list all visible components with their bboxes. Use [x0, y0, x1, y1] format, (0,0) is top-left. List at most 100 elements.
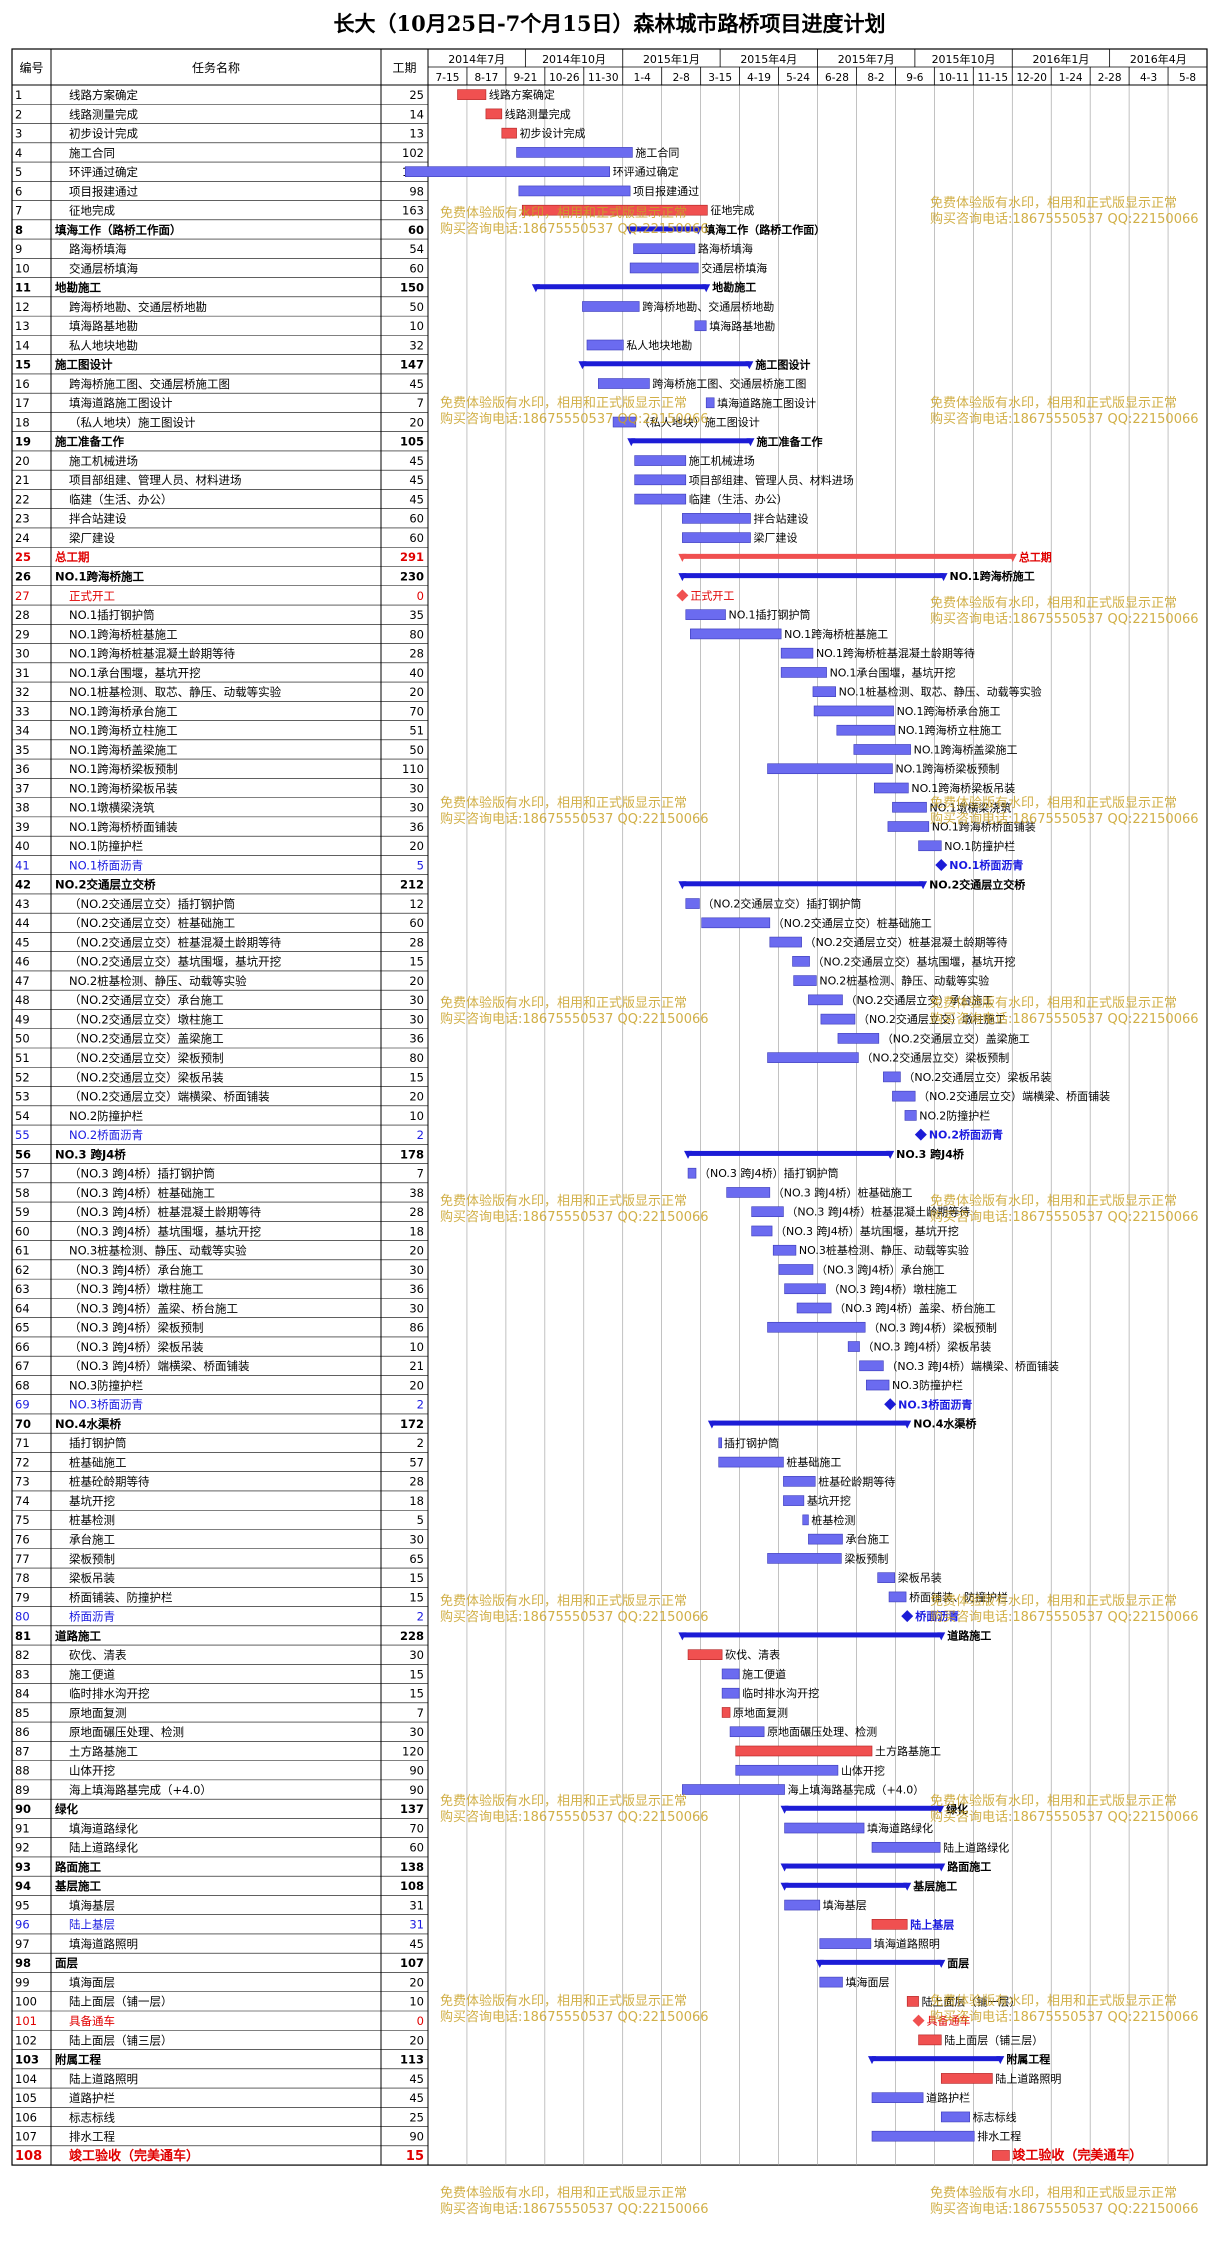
watermark-line: 免费体验版有水印，相用和正式版显示正常 [440, 796, 688, 811]
task-bar [871, 1841, 941, 1853]
task-duration: 30 [409, 1725, 424, 1739]
task-id: 87 [15, 1744, 30, 1758]
task-id: 1 [15, 88, 22, 102]
bar-label: （NO.3 跨J4桥）梁板吊装 [863, 1340, 992, 1354]
task-name: 填海面层 [69, 1975, 115, 1989]
bar-label: NO.2桥面沥青 [929, 1128, 1003, 1142]
task-name: 填海工作（路桥工作面） [55, 223, 182, 237]
watermark-line: 购买咨询电话:18675550537 QQ:22150066 [930, 812, 1199, 827]
watermark-line: 免费体验版有水印，相用和正式版显示正常 [440, 1594, 688, 1609]
task-name: 陆上道路照明 [69, 2072, 138, 2086]
task-name: （NO.2交通层立交）梁板预制 [69, 1051, 224, 1065]
task-name: NO.1跨海桥立柱施工 [69, 724, 178, 738]
task-name: 道路护栏 [69, 2091, 115, 2105]
bar-label: 初步设计完成 [520, 126, 586, 140]
task-bar [772, 1244, 797, 1256]
task-duration: 15 [409, 1590, 424, 1604]
bar-label: 填海道路施工图设计 [717, 396, 816, 410]
week-label: 2-8 [673, 72, 690, 84]
task-name: 附属工程 [55, 2053, 101, 2067]
summary-bar [582, 361, 750, 367]
header-id: 编号 [19, 60, 43, 75]
task-name: （NO.2交通层立交）桩基础施工 [69, 916, 235, 930]
task-duration: 45 [409, 454, 424, 468]
task-name: 山体开挖 [69, 1764, 115, 1778]
task-bar [682, 513, 751, 524]
task-bar [682, 1784, 785, 1795]
task-name: NO.3 跨J4桥 [55, 1147, 126, 1161]
watermark-line: 免费体验版有水印，相用和正式版显示正常 [440, 396, 688, 411]
task-id: 105 [15, 2091, 37, 2105]
task-id: 80 [15, 1610, 30, 1624]
task-bar [871, 2092, 924, 2103]
task-duration: 30 [409, 801, 424, 815]
task-id: 39 [15, 820, 30, 834]
week-label: 8-17 [475, 72, 499, 84]
task-name: （NO.3 跨J4桥）端横梁、桥面铺装 [69, 1359, 250, 1373]
task-duration: 2 [417, 1128, 424, 1142]
bar-label: 路海桥填海 [698, 242, 753, 256]
bar-label: 排水工程 [977, 2129, 1021, 2143]
task-id: 19 [15, 435, 31, 449]
bar-label: 交通层桥填海 [701, 261, 767, 275]
bar-label: NO.1桥面沥青 [949, 858, 1023, 872]
task-id: 13 [15, 319, 30, 333]
task-id: 85 [15, 1706, 30, 1720]
task-duration: 28 [409, 1475, 424, 1489]
bar-label: 梁厂建设 [754, 531, 798, 545]
bar-label: （NO.3 跨J4桥）端横梁、桥面铺装 [886, 1359, 1059, 1373]
watermark-line: 免费体验版有水印，相用和正式版显示正常 [930, 996, 1178, 1011]
bar-label: NO.3 跨J4桥 [896, 1147, 965, 1161]
bar-label: NO.2桩基检测、静压、动载等实验 [819, 974, 989, 988]
summary-bar [535, 284, 707, 290]
task-id: 59 [15, 1205, 30, 1219]
task-id: 92 [15, 1841, 30, 1855]
task-id: 96 [15, 1918, 30, 1932]
task-name: NO.1跨海桥桩基施工 [69, 627, 178, 641]
task-id: 83 [15, 1667, 30, 1681]
task-bar [940, 2111, 970, 2123]
bar-label: NO.3桥面沥青 [898, 1397, 972, 1411]
task-id: 25 [15, 550, 31, 564]
task-name: （NO.3 跨J4桥）梁板吊装 [69, 1340, 204, 1354]
task-name: 排水工程 [69, 2130, 115, 2144]
task-id: 9 [15, 242, 22, 256]
week-label: 5-24 [786, 72, 810, 84]
task-id: 101 [15, 2014, 37, 2028]
task-bar [780, 667, 827, 678]
watermark-line: 购买咨询电话:18675550537 QQ:22150066 [440, 222, 709, 237]
month-label: 2016年4月 [1130, 52, 1187, 66]
task-name: NO.1承台围堰，基坑开挖 [69, 666, 201, 680]
task-name: 线路测量完成 [69, 107, 138, 121]
task-bar [819, 1938, 872, 1949]
week-label: 2-28 [1098, 72, 1122, 84]
watermark-line: 购买咨询电话:18675550537 QQ:22150066 [440, 812, 709, 827]
task-id: 56 [15, 1147, 31, 1161]
watermark: 免费体验版有水印，相用和正式版显示正常 购买咨询电话:18675550537 QQ… [930, 996, 1199, 1028]
watermark: 免费体验版有水印，相用和正式版显示正常 购买咨询电话:18675550537 QQ… [440, 1594, 709, 1626]
task-duration: 90 [409, 1783, 424, 1797]
bar-label: 线路方案确定 [489, 88, 555, 102]
bar-label: 正式开工 [690, 589, 734, 602]
task-name: 填海基层 [69, 1898, 115, 1912]
task-bar [767, 1052, 859, 1063]
milestone-diamond [912, 2014, 925, 2027]
task-duration: 18 [409, 1494, 424, 1508]
watermark: 免费体验版有水印，相用和正式版显示正常 购买咨询电话:18675550537 QQ… [930, 596, 1199, 628]
task-duration: 10 [409, 1995, 424, 2009]
month-label: 2016年1月 [1032, 52, 1089, 66]
task-bar [812, 686, 836, 697]
task-duration: 54 [409, 242, 424, 256]
milestone-diamond [901, 1610, 914, 1623]
task-name: 施工准备工作 [55, 435, 124, 449]
bar-label: NO.1跨海桥梁板吊装 [911, 781, 1015, 795]
watermark-line: 免费体验版有水印，相用和正式版显示正常 [930, 196, 1178, 211]
task-duration: 138 [400, 1860, 424, 1874]
watermark-line: 免费体验版有水印，相用和正式版显示正常 [930, 596, 1178, 611]
task-name: 交通层桥填海 [69, 261, 138, 275]
task-name: 道路施工 [55, 1629, 101, 1643]
task-duration: 5 [417, 858, 424, 872]
task-name: 私人地块地勘 [69, 338, 138, 352]
task-name: 跨海桥施工图、交通层桥施工图 [69, 377, 230, 391]
task-id: 24 [15, 531, 30, 545]
